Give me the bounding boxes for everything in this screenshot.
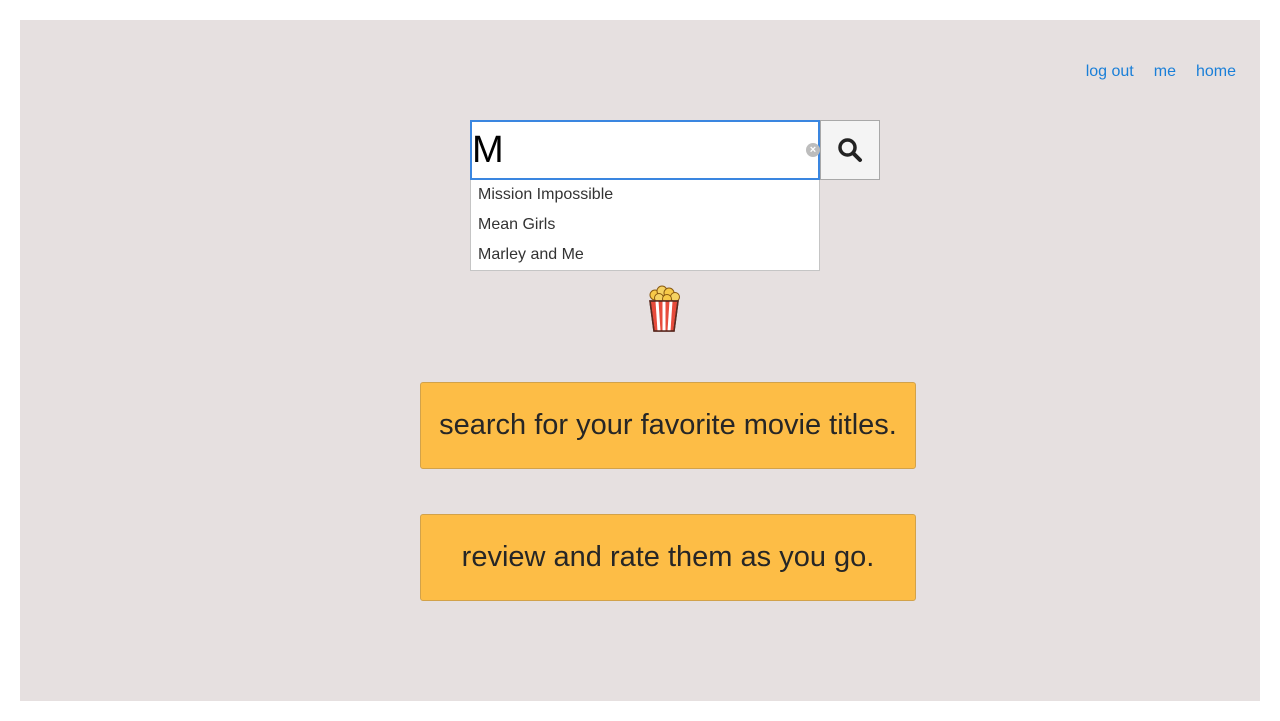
search-input[interactable] (472, 122, 802, 178)
top-nav: log out me home (1086, 63, 1236, 81)
me-link[interactable]: me (1154, 63, 1176, 81)
suggestion-item[interactable]: Marley and Me (471, 240, 819, 270)
info-card-text: review and rate them as you go. (461, 541, 875, 573)
search-input-container: × (470, 120, 820, 180)
home-link[interactable]: home (1196, 63, 1236, 81)
popcorn-icon (646, 285, 682, 333)
search-bar: × (470, 120, 880, 180)
suggestion-item[interactable]: Mission Impossible (471, 180, 819, 210)
clear-icon[interactable]: × (806, 143, 820, 157)
info-card-search: search for your favorite movie titles. (420, 382, 916, 469)
suggestion-item[interactable]: Mean Girls (471, 210, 819, 240)
logout-link[interactable]: log out (1086, 63, 1134, 81)
autocomplete-list: Mission Impossible Mean Girls Marley and… (470, 180, 820, 271)
info-card-review: review and rate them as you go. (420, 514, 916, 601)
search-button[interactable] (820, 120, 880, 180)
search-icon (838, 138, 862, 162)
info-card-text: search for your favorite movie titles. (439, 409, 897, 441)
